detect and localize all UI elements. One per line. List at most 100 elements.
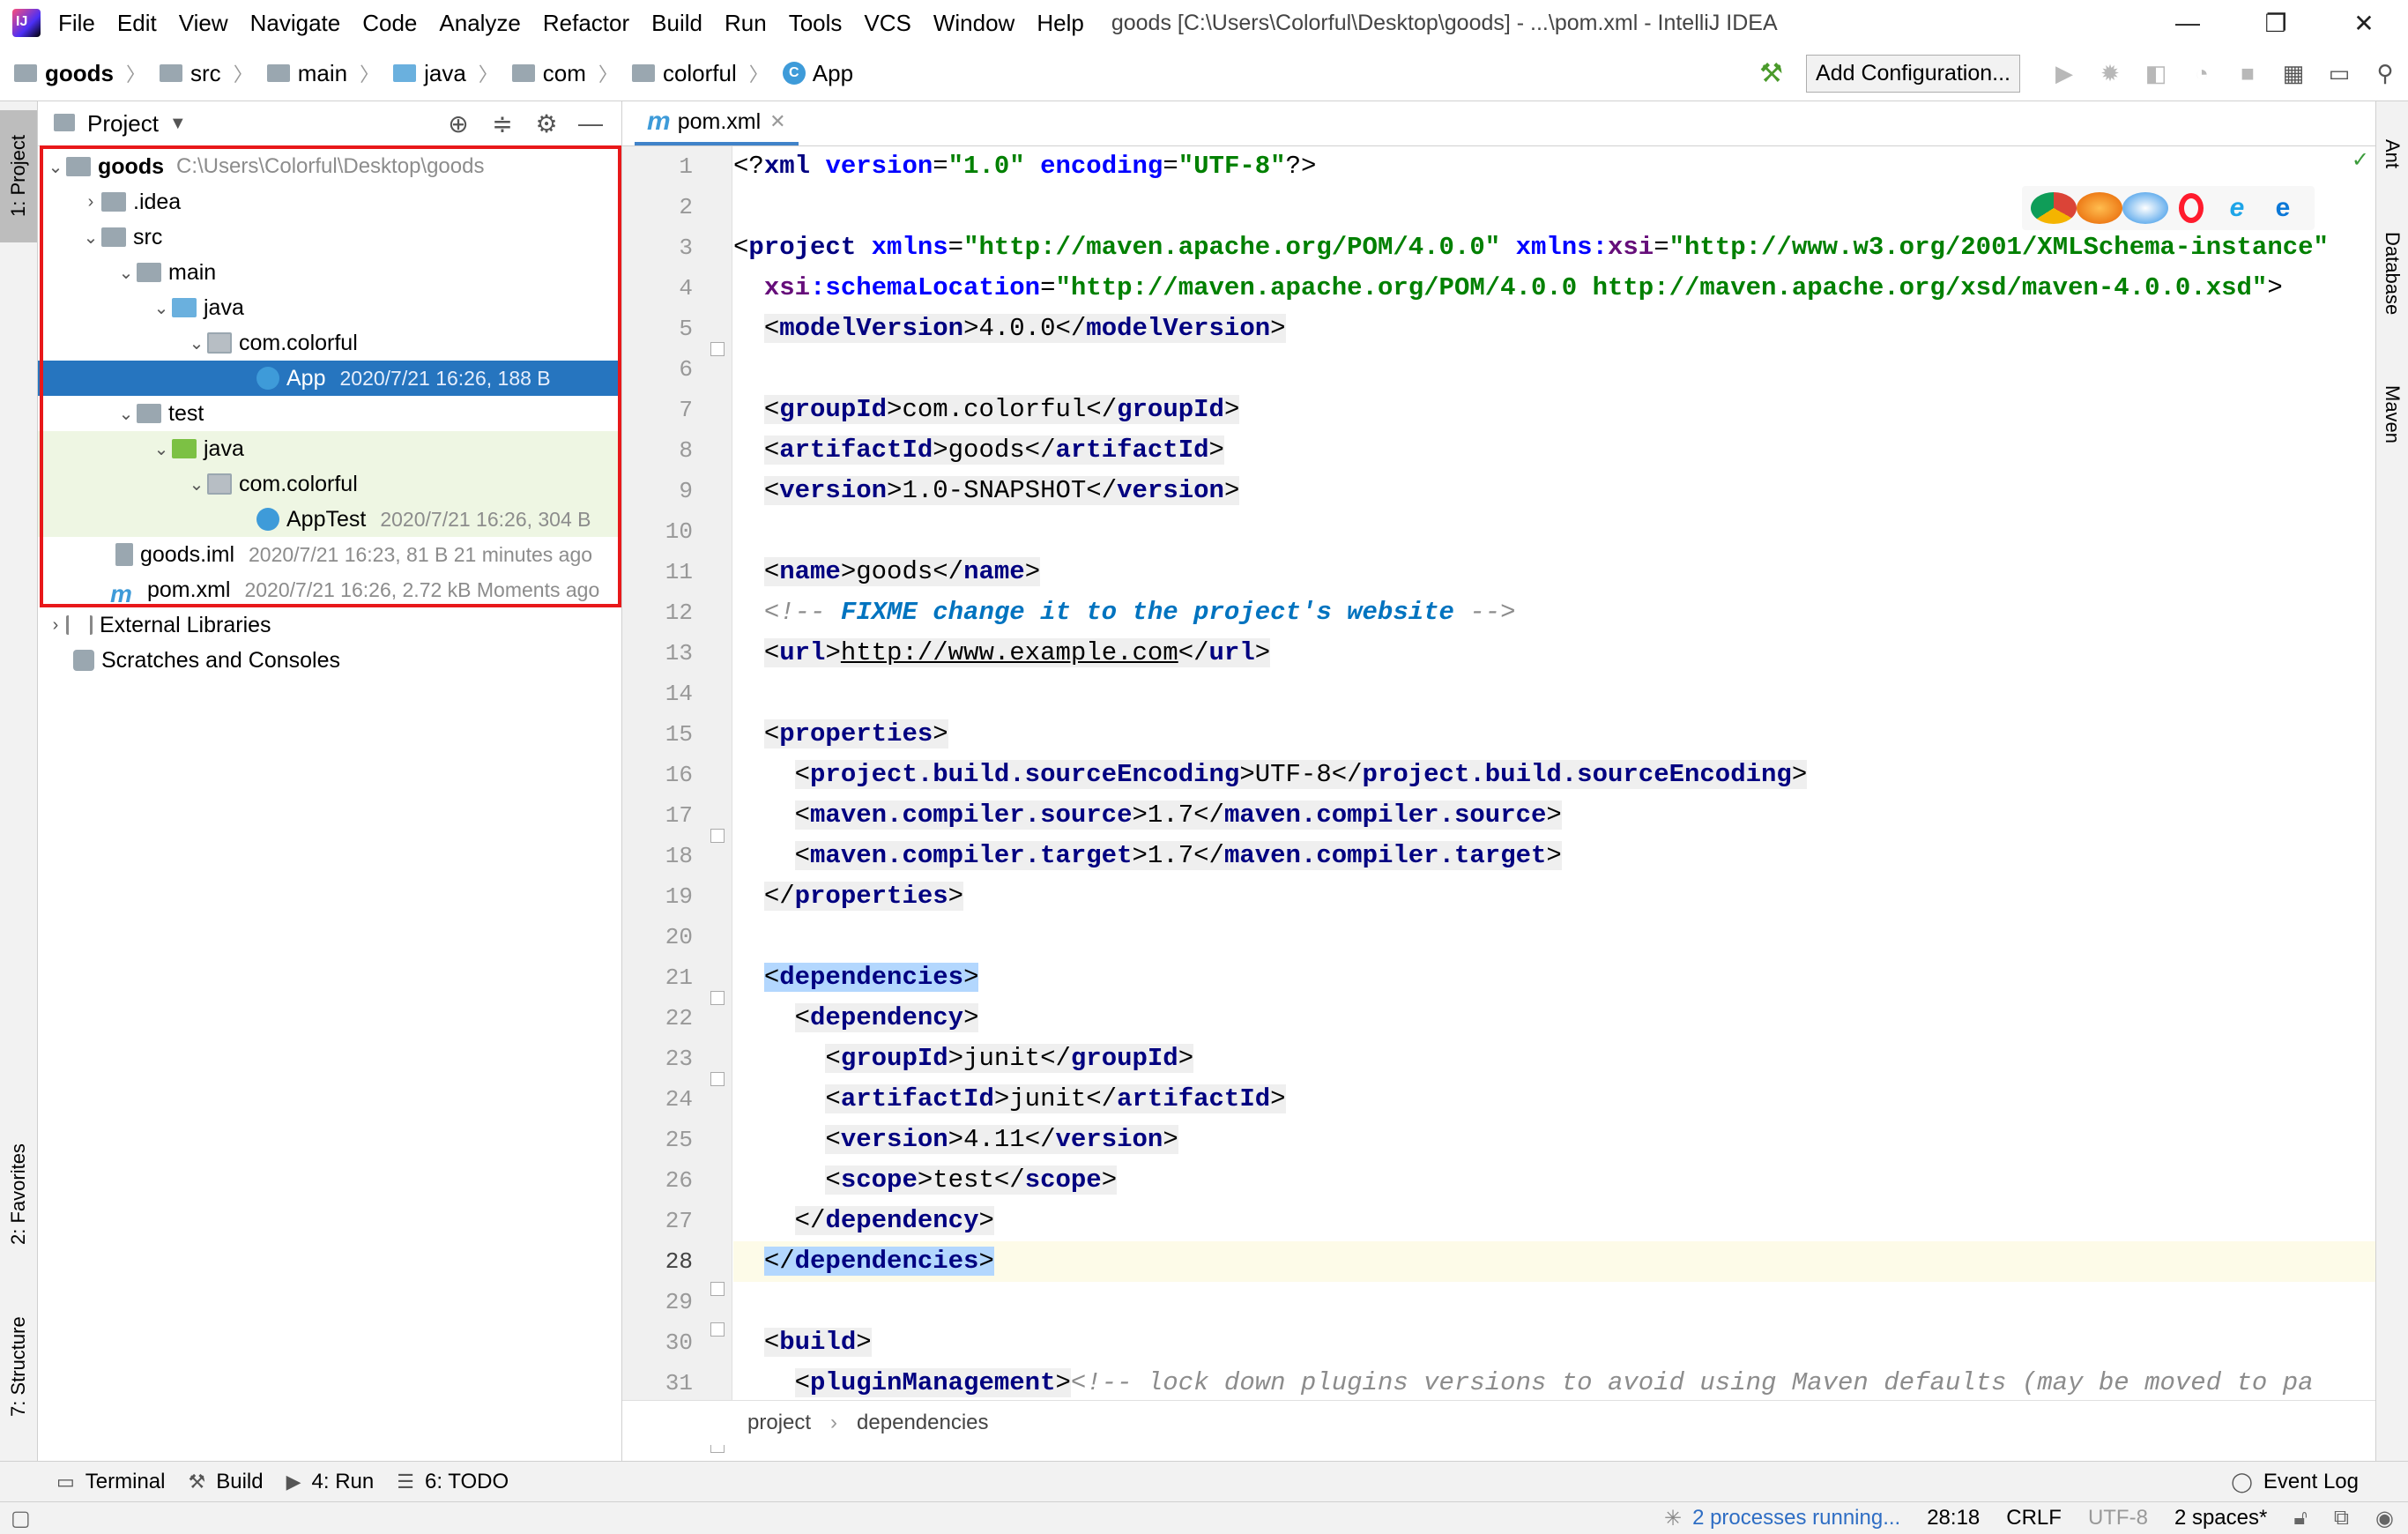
project-structure-icon[interactable]: ▦ xyxy=(2271,60,2316,87)
menu-run[interactable]: Run xyxy=(725,10,767,37)
locate-icon[interactable]: ⊕ xyxy=(436,109,480,138)
code-line-27: </dependency> xyxy=(794,1206,994,1235)
menu-analyze[interactable]: Analyze xyxy=(439,10,521,37)
menu-build[interactable]: Build xyxy=(651,10,702,37)
tab-ant[interactable]: Ant xyxy=(2376,110,2408,198)
tree-item-external-libraries[interactable]: › External Libraries xyxy=(38,607,621,643)
search-icon[interactable]: ⚲ xyxy=(2362,60,2408,87)
nav-crumb-goods[interactable]: goods 〉 xyxy=(14,59,145,87)
tab-project[interactable]: 1: Project xyxy=(0,110,37,242)
tab-structure[interactable]: 7: Structure xyxy=(0,1292,37,1441)
project-panel-title[interactable]: Project xyxy=(87,110,159,138)
chevron-right-icon[interactable]: › xyxy=(45,615,66,636)
menu-help[interactable]: Help xyxy=(1037,10,1083,37)
run-button[interactable]: ▶ 4: Run xyxy=(286,1470,375,1494)
file-encoding[interactable]: UTF-8 xyxy=(2088,1506,2148,1530)
menu-navigate[interactable]: Navigate xyxy=(250,10,341,37)
nav-crumb-colorful[interactable]: colorful 〉 xyxy=(631,59,769,87)
chevron-right-icon: 〉 xyxy=(233,63,253,86)
tree-item-scratches[interactable]: Scratches and Consoles xyxy=(38,643,621,678)
menu-code[interactable]: Code xyxy=(362,10,417,37)
stop-icon[interactable]: ■ xyxy=(2225,60,2271,87)
chevron-right-icon: 〉 xyxy=(748,63,769,86)
lock-icon[interactable]: 🔓︎ xyxy=(2293,1506,2308,1530)
tab-maven[interactable]: Maven xyxy=(2376,357,2408,472)
build-hammer-icon[interactable]: ⚒ xyxy=(1759,58,1783,89)
caret-position[interactable]: 28:18 xyxy=(1927,1506,1980,1530)
class-icon: C xyxy=(782,62,806,85)
panel-toggle-icon[interactable]: ▢ xyxy=(11,1506,31,1531)
line-number: 13 xyxy=(665,640,693,666)
fold-marker-icon[interactable] xyxy=(710,829,725,843)
hammer-icon: ⚒ xyxy=(188,1471,206,1493)
menu-edit[interactable]: Edit xyxy=(117,10,157,37)
nav-crumb-com[interactable]: com 〉 xyxy=(511,59,618,87)
firefox-icon[interactable] xyxy=(2077,192,2122,224)
todo-button[interactable]: ☰ 6: TODO xyxy=(397,1470,509,1494)
navigation-bar: goods 〉 src 〉 main 〉 java 〉 com 〉 colorful 〉 C… xyxy=(0,46,2408,101)
restore-button[interactable]: ❐ xyxy=(2232,0,2320,46)
close-button[interactable]: ✕ xyxy=(2320,0,2408,46)
hide-icon[interactable]: — xyxy=(569,109,613,138)
fold-marker-icon[interactable] xyxy=(710,1282,725,1296)
safari-icon[interactable] xyxy=(2122,192,2168,224)
edge-icon[interactable]: e xyxy=(2260,192,2306,224)
menu-tools[interactable]: Tools xyxy=(789,10,843,37)
internet-explorer-icon[interactable]: e xyxy=(2214,192,2260,224)
line-number: 7 xyxy=(679,397,693,423)
inspection-ok-icon[interactable]: ✓ xyxy=(2352,147,2369,173)
event-log-button[interactable]: ◯ Event Log xyxy=(2231,1470,2359,1494)
background-processes[interactable]: 2 processes running... xyxy=(1692,1506,1900,1530)
inspector-icon[interactable]: ◉ xyxy=(2375,1506,2394,1531)
nav-crumb-java[interactable]: java 〉 xyxy=(393,59,498,87)
run-icon[interactable]: ▶ xyxy=(2041,60,2087,87)
build-button[interactable]: ⚒ Build xyxy=(189,1470,264,1494)
line-number: 30 xyxy=(665,1329,693,1356)
fold-marker-icon[interactable] xyxy=(710,991,725,1005)
coverage-icon[interactable]: ◧ xyxy=(2133,60,2179,87)
code-area[interactable]: <?xml version="1.0" encoding="UTF-8"?> <… xyxy=(733,146,2376,1400)
line-separator[interactable]: CRLF xyxy=(2006,1506,2062,1530)
editor-crumb-dependencies[interactable]: dependencies xyxy=(857,1411,988,1435)
profile-icon[interactable]: ◔ xyxy=(2179,60,2225,87)
indent-setting[interactable]: 2 spaces* xyxy=(2174,1506,2267,1530)
menu-refactor[interactable]: Refactor xyxy=(543,10,629,37)
package-icon xyxy=(511,64,535,82)
menu-view[interactable]: View xyxy=(179,10,228,37)
chrome-icon[interactable] xyxy=(2031,192,2077,224)
collapse-all-icon[interactable]: ≑ xyxy=(480,109,524,138)
line-number: 5 xyxy=(679,316,693,342)
nav-crumb-app[interactable]: C App xyxy=(782,60,853,87)
line-number: 29 xyxy=(665,1289,693,1315)
gear-icon[interactable]: ⚙ xyxy=(524,109,569,138)
editor-tab-bar: m pom.xml ✕ xyxy=(622,101,2376,146)
fold-marker-icon[interactable] xyxy=(710,342,725,356)
run-icon: ▶ xyxy=(286,1471,301,1493)
line-number: 22 xyxy=(665,1005,693,1031)
menu-window[interactable]: Window xyxy=(933,10,1014,37)
terminal-button[interactable]: ▭ Terminal xyxy=(56,1470,166,1494)
nav-crumb-main[interactable]: main 〉 xyxy=(266,59,379,87)
add-configuration-button[interactable]: Add Configuration... xyxy=(1806,54,2020,93)
tab-favorites[interactable]: 2: Favorites xyxy=(0,1115,37,1274)
fold-marker-icon[interactable] xyxy=(710,1072,725,1086)
menu-file[interactable]: File xyxy=(58,10,95,37)
git-icon[interactable]: ⧉ xyxy=(2334,1506,2349,1530)
nav-crumb-src[interactable]: src 〉 xyxy=(160,59,253,87)
source-folder-icon xyxy=(393,64,417,82)
menu-vcs[interactable]: VCS xyxy=(864,10,910,37)
editor-crumb-project[interactable]: project xyxy=(747,1411,811,1435)
debug-icon[interactable]: ✹ xyxy=(2087,60,2133,87)
line-number: 4 xyxy=(679,275,693,302)
close-tab-icon[interactable]: ✕ xyxy=(769,110,785,133)
tab-database[interactable]: Database xyxy=(2376,212,2408,335)
code-line-25: <version>4.11</version> xyxy=(825,1125,1178,1154)
tab-pom-xml[interactable]: m pom.xml ✕ xyxy=(635,101,799,145)
code-line-4: xsi:schemaLocation="http://maven.apache.… xyxy=(763,273,2283,302)
fold-marker-icon[interactable] xyxy=(710,1322,725,1337)
chevron-right-icon: 〉 xyxy=(126,63,146,86)
chevron-down-icon[interactable]: ▼ xyxy=(169,114,187,134)
minimize-button[interactable]: — xyxy=(2144,0,2232,46)
opera-icon[interactable] xyxy=(2168,192,2214,224)
layout-icon[interactable]: ▭ xyxy=(2316,60,2362,87)
